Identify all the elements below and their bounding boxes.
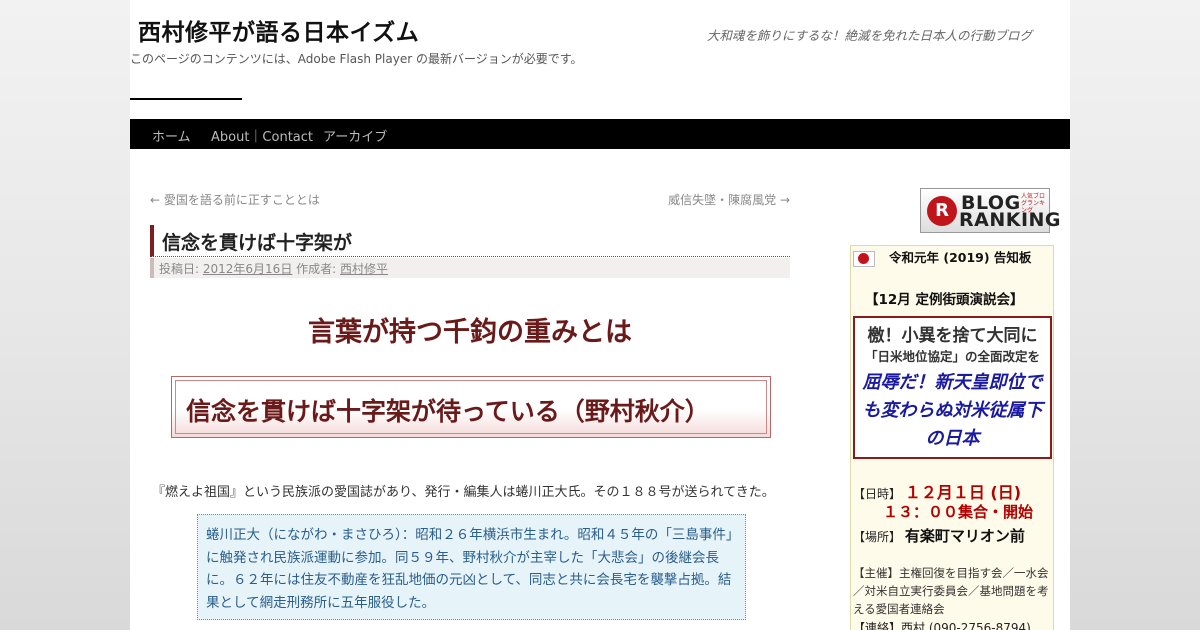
event-organizer: 【主催】主権回復を目指す会／一水会／対米自立実行委員会／基地問題を考える愛国者連…	[853, 566, 1049, 616]
slogan-line3: 屈辱だ！新天皇即位でも変わらぬ対米従属下の日本	[862, 372, 1043, 449]
notice-board: 令和元年 (2019) 告知板 【12月 定例街頭演説会】 檄！小異を捨て大同に…	[850, 245, 1054, 630]
post-headline: 言葉が持つ千鈞の重みとは	[308, 317, 632, 348]
slogan-line2: 「日米地位協定」の全面改定を	[864, 349, 1040, 364]
nav-archive[interactable]: アーカイブ	[323, 126, 387, 145]
slogan-line1: 檄！小異を捨て大同に	[867, 326, 1038, 346]
page-container: 西村修平が語る日本イズム 大和魂を飾りにするな！絶滅を免れた日本人の行動ブログ …	[130, 0, 1070, 630]
nav-about-contact[interactable]: About｜Contact	[211, 126, 313, 145]
post-meta: 投稿日: 2012年6月16日 作成者: 西村修平	[150, 258, 790, 278]
quote-headline-box: 信念を貫けば十字架が待っている（野村秋介）	[171, 376, 771, 438]
event-date-row: 【日時】 １２月１日 (日)	[853, 479, 1021, 503]
post-title: 信念を貫けば十字架が	[162, 232, 353, 254]
meta-author-label: 作成者:	[296, 262, 337, 276]
notice-heading: 令和元年 (2019) 告知板	[889, 250, 1032, 265]
time-value: １３：００集合・開始	[883, 503, 1034, 521]
place-label: 【場所】	[853, 530, 902, 544]
flash-notice: このページのコンテンツには、Adobe Flash Player の最新バージョ…	[130, 52, 583, 66]
next-post-link[interactable]: 威信失墜・陳腐風党 →	[668, 191, 790, 208]
post-date-link[interactable]: 2012年6月16日	[203, 262, 292, 276]
post-title-bar: 信念を貫けば十字架が	[150, 225, 790, 257]
post-intro: 『燃えよ祖国』という民族派の愛国誌があり、発行・編集人は蜷川正大氏。その１８８号…	[152, 485, 775, 500]
meta-posted-label: 投稿日:	[159, 262, 200, 276]
place-value: 有楽町マリオン前	[904, 527, 1025, 545]
post-author-link[interactable]: 西村修平	[340, 262, 388, 276]
prev-post-link[interactable]: ← 愛国を語る前に正すこととは	[150, 191, 320, 208]
date-value: １２月１日 (日)	[904, 483, 1022, 502]
ranking-r-icon: R	[927, 196, 957, 226]
blog-ranking-banner[interactable]: R BLOG RANKING 人気ブログランキング	[920, 188, 1061, 233]
date-label: 【日時】	[853, 487, 902, 501]
event-slogan-box: 檄！小異を捨て大同に 「日米地位協定」の全面改定を 屈辱だ！新天皇即位でも変わら…	[853, 316, 1052, 459]
quote-headline: 信念を貫けば十字架が待っている（野村秋介）	[175, 380, 767, 434]
header-divider	[130, 98, 242, 100]
site-title[interactable]: 西村修平が語る日本イズム	[138, 13, 419, 47]
bio-box: 蜷川正大（にながわ・まさひろ）：昭和２６年横浜市生まれ。昭和４５年の「三島事件」…	[197, 514, 746, 620]
event-contact: 【連絡】西村 (090-2756-8794)	[853, 621, 1031, 630]
event-title: 【12月 定例街頭演説会】	[865, 292, 1024, 308]
event-time-row: １３：００集合・開始	[883, 501, 1033, 522]
japan-flag-icon	[853, 251, 875, 267]
site-description: 大和魂を飾りにするな！絶滅を免れた日本人の行動ブログ	[706, 28, 1032, 43]
main-nav: ホーム About｜Contact アーカイブ	[130, 119, 1070, 149]
nav-home[interactable]: ホーム	[152, 126, 191, 145]
event-place-row: 【場所】 有楽町マリオン前	[853, 525, 1025, 546]
ranking-small-text: 人気ブログランキング	[1021, 193, 1046, 214]
